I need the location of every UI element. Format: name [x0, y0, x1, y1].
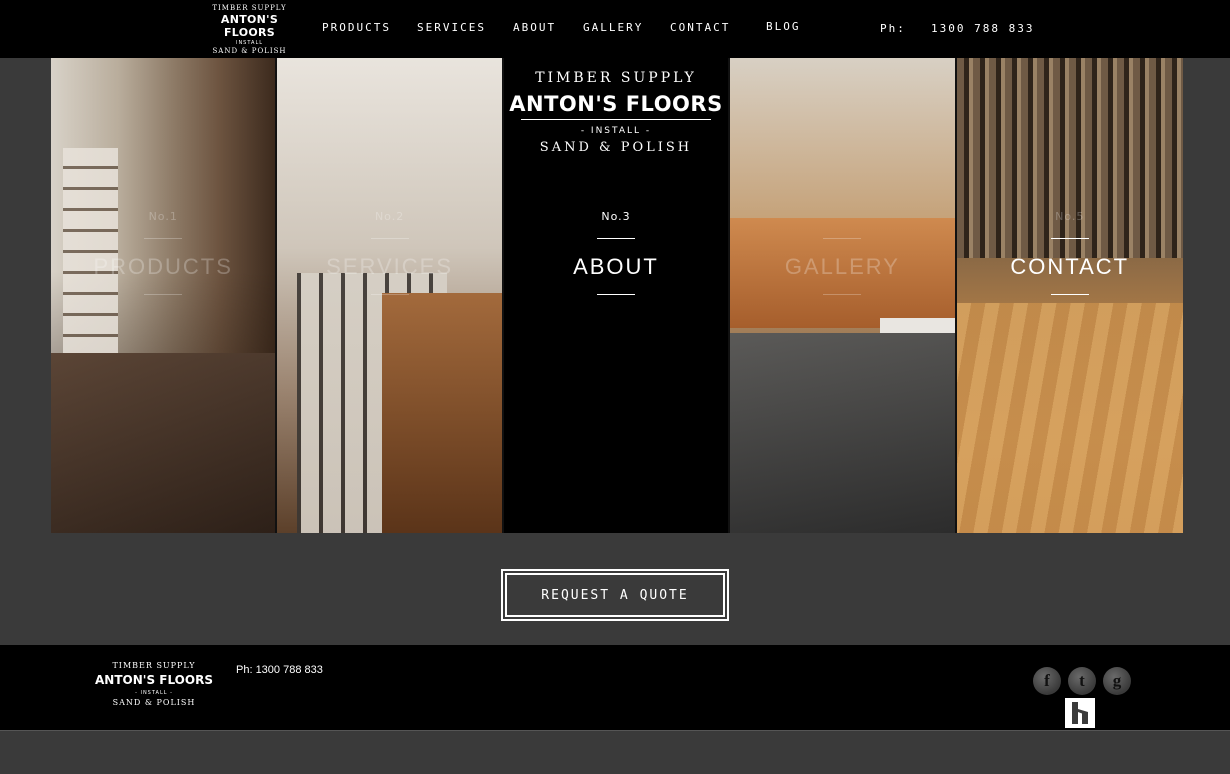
twitter-glyph: t [1079, 671, 1085, 690]
panel-number: No.3 [601, 210, 631, 223]
logo-tagline-top: TIMBER SUPPLY [212, 4, 287, 12]
logo-tagline-top: TIMBER SUPPLY [535, 70, 697, 86]
page-bottom-strip [0, 732, 1230, 774]
panel-gallery[interactable]: GALLERY [730, 58, 957, 533]
panel-title: GALLERY [784, 254, 900, 279]
logo-tagline-bottom: SAND & POLISH [539, 140, 693, 155]
nav-contact[interactable]: CONTACT [670, 21, 730, 34]
contact-image [956, 58, 1183, 533]
logo-brand-name: ANTON'S FLOORS [95, 673, 213, 687]
nav-gallery[interactable]: GALLERY [583, 21, 643, 34]
panel-number: No.5 [1055, 210, 1085, 223]
footer-phone: Ph: 1300 788 833 [236, 664, 323, 676]
divider [823, 294, 862, 295]
panel-title: PRODUCTS [93, 254, 233, 279]
divider [144, 238, 183, 239]
divider [144, 294, 183, 295]
panel-title: ABOUT [573, 254, 659, 279]
gallery-image [730, 58, 955, 533]
footer-logo[interactable]: TIMBER SUPPLY ANTON'S FLOORS - INSTALL -… [95, 661, 213, 707]
nav-products[interactable]: PRODUCTS [322, 21, 391, 34]
nav-blog[interactable]: BLOG [766, 20, 801, 33]
about-logo: TIMBER SUPPLY ANTON'S FLOORS - INSTALL -… [504, 70, 728, 155]
google-glyph: g [1112, 671, 1122, 690]
divider [596, 294, 635, 295]
logo-tagline-top: TIMBER SUPPLY [112, 661, 196, 670]
footer: TIMBER SUPPLY ANTON'S FLOORS - INSTALL -… [0, 645, 1230, 731]
services-image [277, 58, 502, 533]
houzz-icon[interactable] [1065, 698, 1095, 728]
header-logo[interactable]: TIMBER SUPPLY ANTON'S FLOORS INSTALL SAN… [202, 2, 297, 56]
google-icon[interactable]: g [1103, 667, 1131, 695]
header-phone-number: 1300 788 833 [931, 22, 1035, 35]
section-panels: No.1 PRODUCTS No.2 SERVICES TIMBER SUPPL… [51, 58, 1183, 533]
divider [596, 238, 635, 239]
logo-brand-name: ANTON'S FLOORS [220, 13, 279, 39]
panel-number: No.2 [374, 210, 405, 223]
panel-about[interactable]: TIMBER SUPPLY ANTON'S FLOORS - INSTALL -… [503, 58, 731, 533]
divider [823, 238, 862, 239]
houzz-glyph [1072, 702, 1088, 724]
panel-products[interactable]: No.1 PRODUCTS [51, 58, 278, 533]
panel-contact[interactable]: No.5 CONTACT [956, 58, 1183, 533]
request-quote-label: REQUEST A QUOTE [505, 573, 725, 617]
panel-number: No.1 [148, 210, 178, 223]
request-quote-button[interactable]: REQUEST A QUOTE [501, 569, 729, 621]
logo-tagline-bottom: SAND & POLISH [112, 698, 196, 707]
divider [1050, 294, 1089, 295]
panel-services[interactable]: No.2 SERVICES [277, 58, 504, 533]
facebook-glyph: f [1044, 671, 1050, 690]
nav-services[interactable]: SERVICES [417, 21, 486, 34]
logo-tagline-bottom: SAND & POLISH [212, 47, 287, 55]
products-image [51, 58, 276, 533]
logo-tagline-mid: INSTALL [235, 40, 264, 46]
header-phone-label: Ph: [880, 22, 906, 35]
logo-tagline-mid: - INSTALL - [135, 690, 173, 696]
twitter-icon[interactable]: t [1068, 667, 1096, 695]
logo-brand-name: ANTON'S FLOORS [509, 92, 723, 116]
panel-title: SERVICES [326, 254, 454, 279]
divider [1050, 238, 1089, 239]
facebook-icon[interactable]: f [1033, 667, 1061, 695]
divider [370, 238, 409, 239]
logo-tagline-mid: - INSTALL - [580, 126, 652, 136]
top-nav-bar: TIMBER SUPPLY ANTON'S FLOORS INSTALL SAN… [0, 0, 1230, 58]
panel-title: CONTACT [1010, 254, 1130, 279]
divider [370, 294, 409, 295]
nav-about[interactable]: ABOUT [513, 21, 556, 34]
